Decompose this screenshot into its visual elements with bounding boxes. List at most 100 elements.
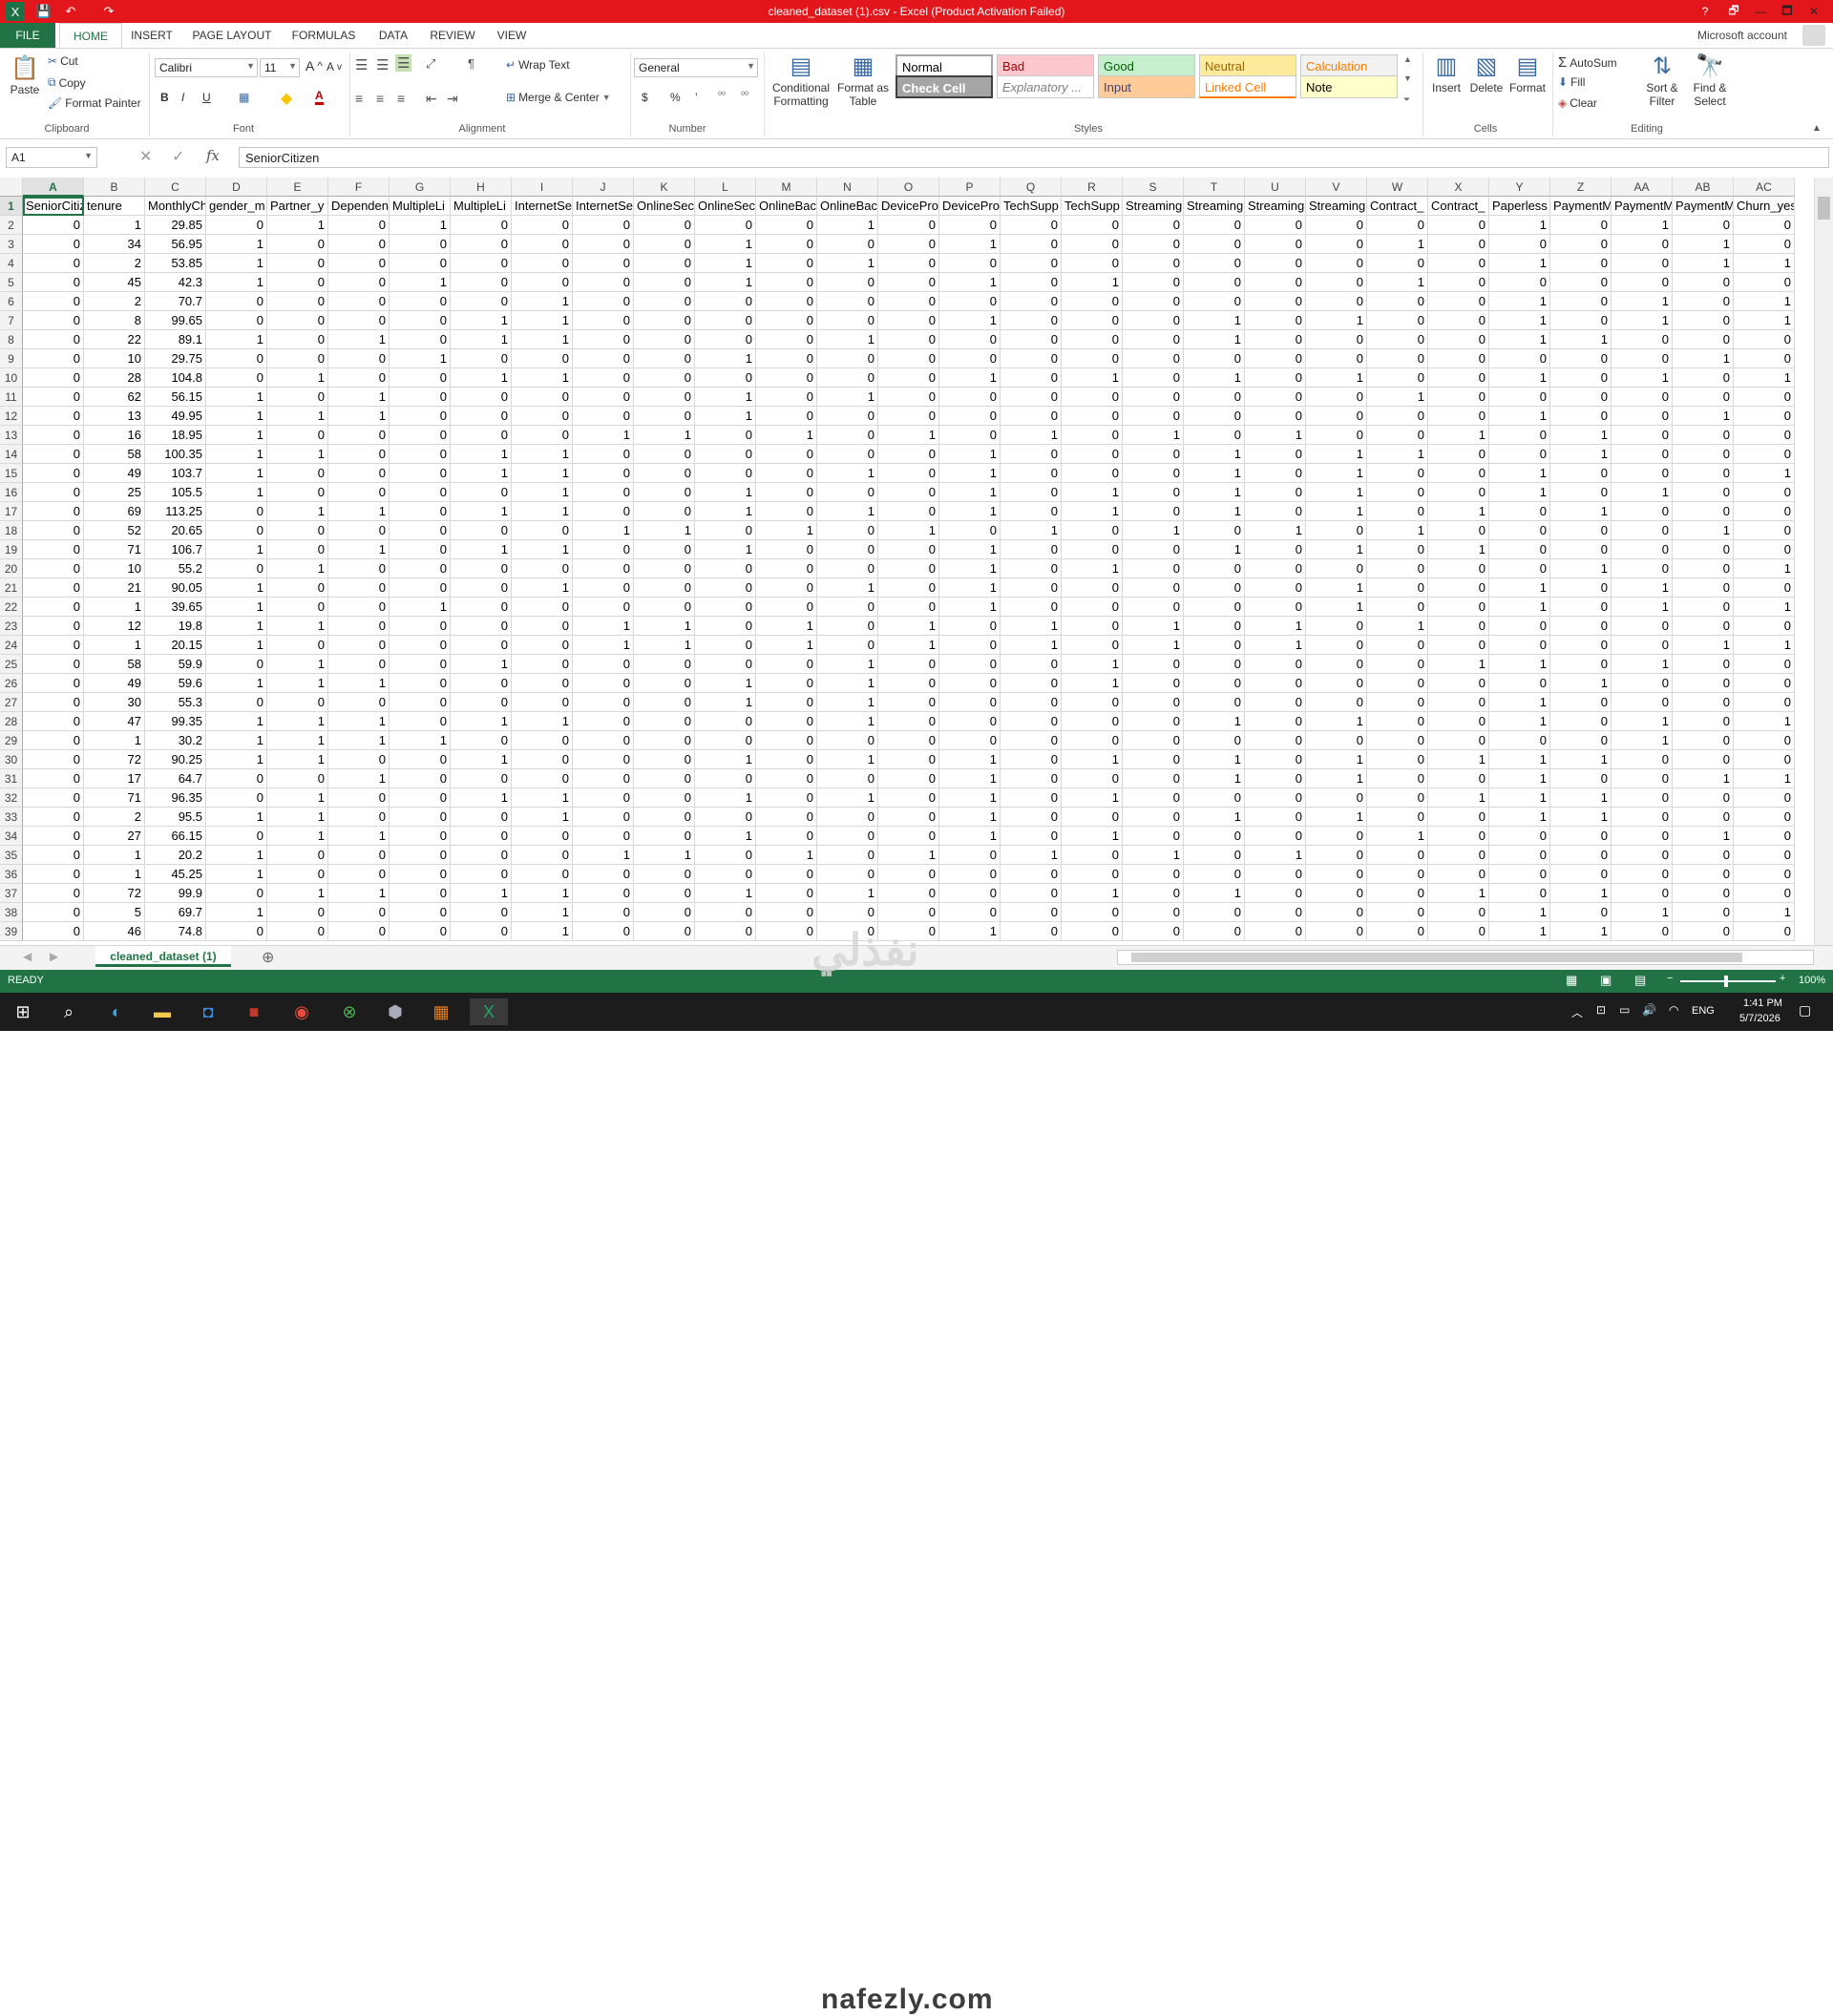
table-cell[interactable]: 1 [878, 521, 939, 540]
table-cell[interactable]: 1 [817, 330, 878, 349]
table-cell[interactable]: 0 [1612, 750, 1673, 769]
table-cell[interactable]: 1 [1428, 540, 1489, 559]
table-cell[interactable]: 0 [1428, 922, 1489, 941]
table-cell[interactable]: 0 [390, 559, 451, 578]
table-cell[interactable]: 0 [1001, 483, 1062, 502]
row-header[interactable]: 11 [0, 388, 23, 407]
header-cell[interactable]: OnlineSec [695, 197, 756, 216]
table-cell[interactable]: 0 [1062, 636, 1123, 655]
cell-style-check-cell[interactable]: Check Cell [895, 75, 993, 98]
table-cell[interactable]: 1 [1673, 769, 1734, 788]
table-cell[interactable]: 0 [1245, 674, 1306, 693]
table-cell[interactable]: 1 [206, 846, 267, 865]
table-cell[interactable]: 0 [1367, 884, 1428, 903]
table-cell[interactable]: 1 [1550, 330, 1612, 349]
table-cell[interactable]: 0 [1001, 407, 1062, 426]
table-cell[interactable]: 1 [267, 502, 328, 521]
table-cell[interactable]: 1 [1489, 598, 1550, 617]
table-cell[interactable]: 0 [328, 273, 390, 292]
table-cell[interactable]: 0 [573, 254, 634, 273]
row-header[interactable]: 36 [0, 865, 23, 884]
table-cell[interactable]: 0 [1367, 407, 1428, 426]
table-cell[interactable]: 0 [1489, 388, 1550, 407]
table-cell[interactable]: 1 [206, 540, 267, 559]
table-cell[interactable]: 0 [1673, 445, 1734, 464]
table-cell[interactable]: 1 [1489, 330, 1550, 349]
table-cell[interactable]: 0 [328, 445, 390, 464]
table-cell[interactable]: 1 [206, 273, 267, 292]
table-cell[interactable]: 0 [328, 846, 390, 865]
table-cell[interactable]: 0 [634, 235, 695, 254]
table-cell[interactable]: 100.35 [145, 445, 206, 464]
table-cell[interactable]: 1 [267, 617, 328, 636]
row-header[interactable]: 21 [0, 578, 23, 598]
header-cell[interactable]: TechSupp [1062, 197, 1123, 216]
table-cell[interactable]: 0 [878, 368, 939, 388]
table-cell[interactable]: 0 [328, 311, 390, 330]
table-cell[interactable]: 0 [695, 655, 756, 674]
table-cell[interactable]: 1 [1123, 521, 1184, 540]
table-cell[interactable]: 0 [634, 483, 695, 502]
table-cell[interactable]: 1 [1306, 445, 1367, 464]
table-cell[interactable]: 1 [1673, 254, 1734, 273]
table-cell[interactable]: 1 [1123, 636, 1184, 655]
header-cell[interactable]: Contract_ [1428, 197, 1489, 216]
table-cell[interactable]: 0 [1612, 559, 1673, 578]
table-cell[interactable]: 0 [1734, 693, 1795, 712]
table-cell[interactable]: 0 [1001, 502, 1062, 521]
table-cell[interactable]: 1 [573, 617, 634, 636]
table-cell[interactable]: 0 [1062, 769, 1123, 788]
row-header[interactable]: 7 [0, 311, 23, 330]
table-cell[interactable]: 0 [634, 750, 695, 769]
table-cell[interactable]: 0 [267, 388, 328, 407]
table-cell[interactable]: 1 [1428, 502, 1489, 521]
table-cell[interactable]: 0 [1062, 235, 1123, 254]
header-cell[interactable]: Paperless [1489, 197, 1550, 216]
table-cell[interactable]: 0 [512, 559, 573, 578]
table-cell[interactable]: 0 [1428, 578, 1489, 598]
table-cell[interactable]: 0 [756, 827, 817, 846]
table-cell[interactable]: 66.15 [145, 827, 206, 846]
table-cell[interactable]: 0 [817, 598, 878, 617]
table-cell[interactable]: 1 [1612, 731, 1673, 750]
table-cell[interactable]: 0 [328, 865, 390, 884]
table-cell[interactable]: 0 [390, 311, 451, 330]
table-cell[interactable]: 0 [1734, 388, 1795, 407]
table-cell[interactable]: 0 [1550, 598, 1612, 617]
table-cell[interactable]: 0 [1428, 598, 1489, 617]
table-cell[interactable]: 0 [756, 769, 817, 788]
table-cell[interactable]: 0 [1184, 598, 1245, 617]
table-cell[interactable]: 0 [1367, 636, 1428, 655]
table-cell[interactable]: 0 [1245, 788, 1306, 808]
header-cell[interactable]: InternetSe [512, 197, 573, 216]
table-cell[interactable]: 0 [1001, 368, 1062, 388]
table-cell[interactable]: 0 [1367, 865, 1428, 884]
table-cell[interactable]: 0 [1673, 884, 1734, 903]
table-cell[interactable]: 0 [390, 578, 451, 598]
table-cell[interactable]: 0 [390, 865, 451, 884]
table-cell[interactable]: 72 [84, 750, 145, 769]
table-cell[interactable]: 1 [1489, 750, 1550, 769]
gallery-up-icon[interactable]: ▲ [1403, 54, 1412, 64]
table-cell[interactable]: 0 [1184, 216, 1245, 235]
table-cell[interactable]: 0 [1367, 216, 1428, 235]
table-cell[interactable]: 0 [1001, 578, 1062, 598]
table-cell[interactable]: 0 [1184, 731, 1245, 750]
table-cell[interactable]: 1 [1612, 483, 1673, 502]
table-cell[interactable]: 1 [695, 349, 756, 368]
table-cell[interactable]: 34 [84, 235, 145, 254]
header-cell[interactable]: Churn_yes [1734, 197, 1795, 216]
table-cell[interactable]: 0 [1184, 388, 1245, 407]
format-as-table-button[interactable]: ▦ Format as Table [836, 52, 890, 108]
table-cell[interactable]: 1 [1245, 521, 1306, 540]
table-cell[interactable]: 0 [695, 311, 756, 330]
table-cell[interactable]: 1 [390, 273, 451, 292]
table-cell[interactable]: 0 [1245, 903, 1306, 922]
table-cell[interactable]: 0 [1612, 922, 1673, 941]
table-cell[interactable]: 0 [634, 827, 695, 846]
table-cell[interactable]: 49.95 [145, 407, 206, 426]
table-cell[interactable]: 0 [878, 655, 939, 674]
table-cell[interactable]: 1 [328, 540, 390, 559]
row-header[interactable]: 22 [0, 598, 23, 617]
table-cell[interactable]: 1 [1489, 483, 1550, 502]
